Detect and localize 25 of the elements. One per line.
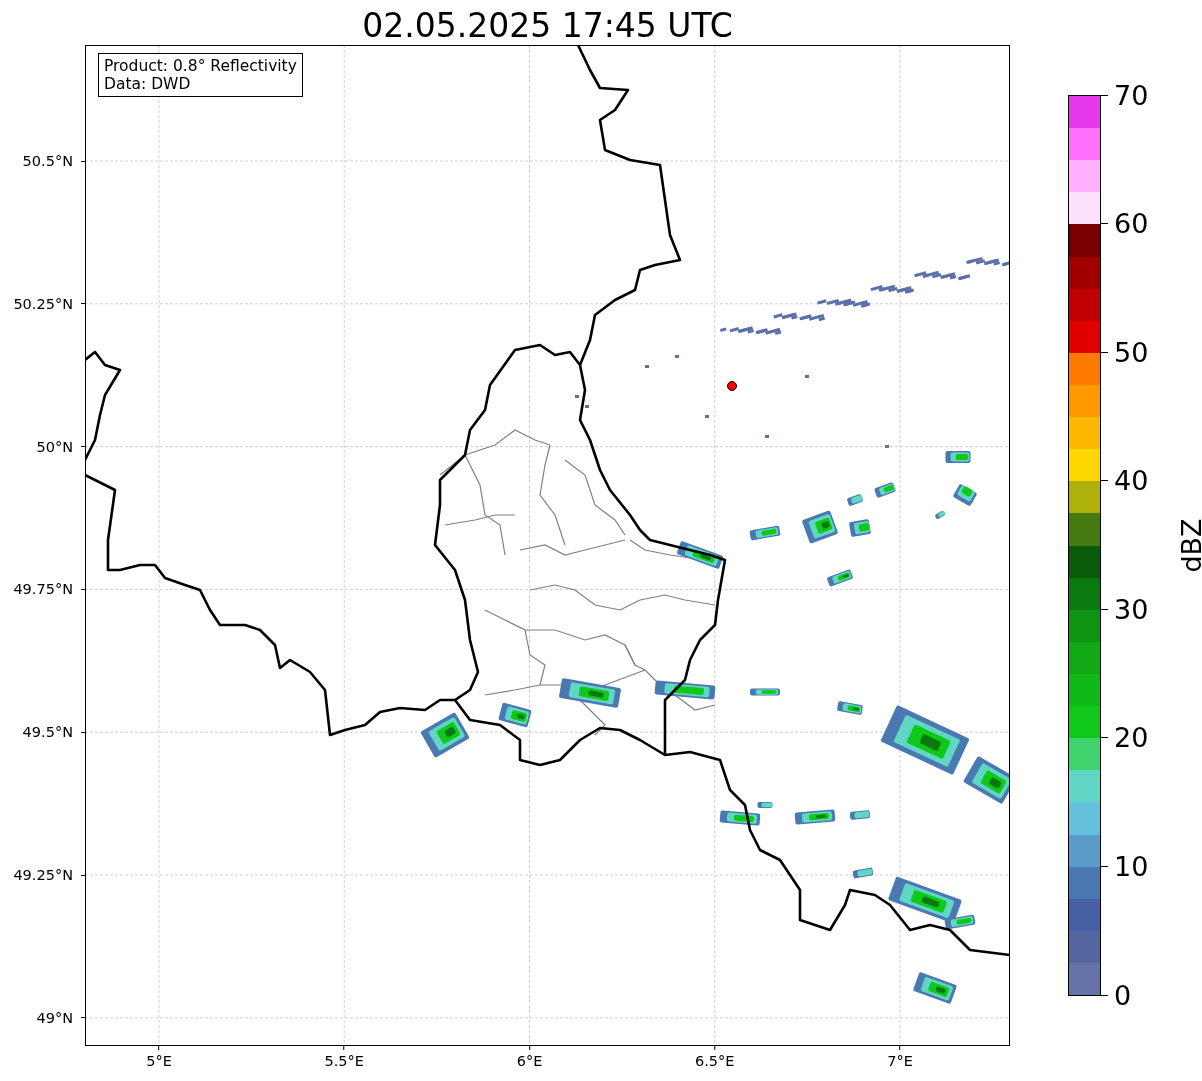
tick-label: 49.25°N <box>13 867 73 883</box>
tick-label: 50.5°N <box>22 153 73 169</box>
tick-label: 6.5°E <box>695 1053 735 1069</box>
tick-label: 5°E <box>146 1053 172 1069</box>
tick-label: 40 <box>1114 465 1149 497</box>
tick-label: 49.5°N <box>22 724 73 741</box>
axis-label: dBZ <box>1175 518 1202 573</box>
tick-label: 70 <box>1114 79 1149 111</box>
tick-label: 60 <box>1114 208 1149 240</box>
tick-label: 50°N <box>36 438 73 455</box>
tick-label: 0 <box>1114 979 1132 1011</box>
tick-label: 49.75°N <box>13 581 73 598</box>
info-text: Data: DWD <box>104 75 192 93</box>
tick-label: 30 <box>1114 593 1149 625</box>
tick-label: 50 <box>1114 336 1149 368</box>
tick-label: 5.5°E <box>324 1053 364 1069</box>
tick-label: 7°E <box>887 1053 913 1069</box>
tick-label: 50.25°N <box>13 295 73 312</box>
tick-label: 49°N <box>36 1009 73 1026</box>
tick-label: 10 <box>1114 850 1149 882</box>
chart-title: 02.05.2025 17:45 UTC <box>361 5 734 45</box>
radar-site-marker <box>727 381 737 391</box>
tick-label: 20 <box>1114 722 1149 754</box>
info-text: Product: 0.8° Reflectivity <box>104 57 297 75</box>
tick-label: 6°E <box>516 1053 543 1069</box>
